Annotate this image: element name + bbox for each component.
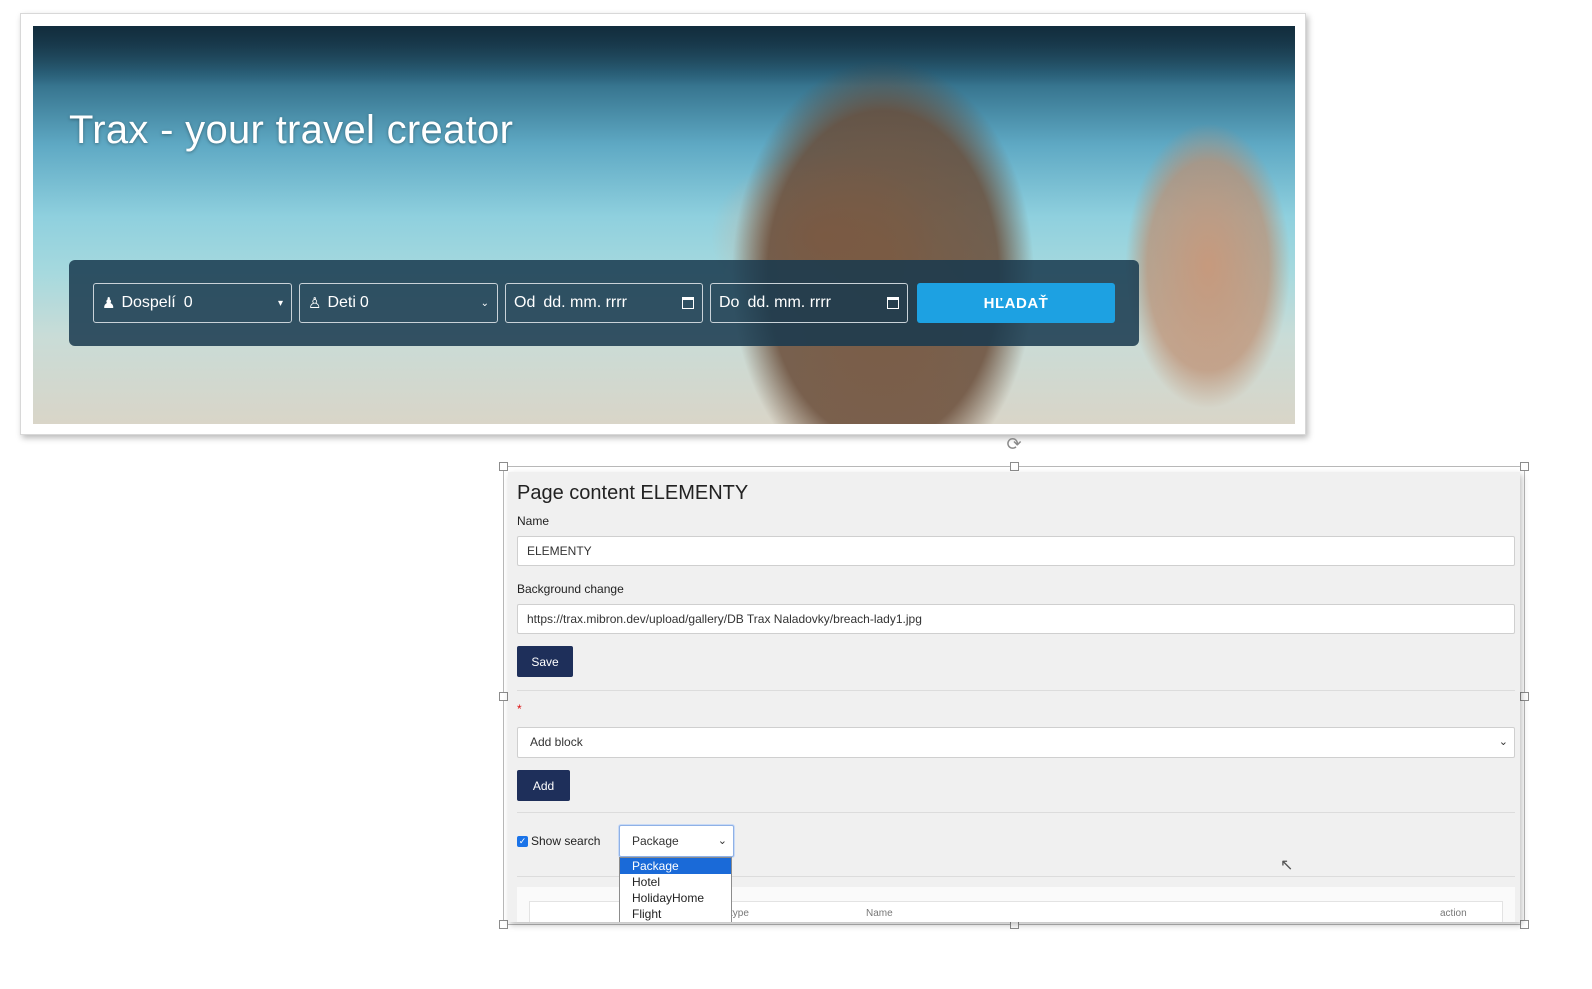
add-block-placeholder: Add block — [530, 735, 583, 749]
hero-title: Trax - your travel creator — [69, 108, 514, 152]
resize-handle-nw[interactable] — [499, 462, 508, 471]
divider — [517, 690, 1515, 691]
resize-handle-se[interactable] — [1520, 920, 1529, 929]
chevron-down-icon: ⌄ — [480, 297, 489, 309]
date-to-label: Do — [719, 294, 740, 311]
name-label: Name — [517, 514, 550, 528]
adults-label: Dospelí — [121, 294, 176, 311]
adults-value: 0 — [183, 294, 193, 311]
page-title: Page content ELEMENTY — [517, 482, 749, 504]
kids-select[interactable]: ♙ Deti 0 ⌄ — [299, 283, 498, 323]
table-header-type: type — [730, 908, 749, 919]
search-type-select[interactable]: Package ⌄ — [619, 825, 734, 857]
chevron-down-icon: ⌄ — [717, 835, 727, 847]
resize-handle-sw[interactable] — [499, 920, 508, 929]
background-url-input[interactable]: https://trax.mibron.dev/upload/gallery/D… — [517, 604, 1515, 634]
page-content-panel: Page content ELEMENTY Name ELEMENTY Back… — [508, 472, 1520, 922]
dropdown-option-hotel[interactable]: Hotel — [620, 874, 731, 890]
table-header-name: Name — [866, 908, 893, 919]
calendar-icon[interactable] — [682, 297, 694, 309]
divider — [517, 812, 1515, 813]
chevron-down-icon: ⌄ — [1498, 736, 1508, 748]
dropdown-option-holidayhome[interactable]: HolidayHome — [620, 890, 731, 906]
kids-value: 0 — [359, 294, 369, 311]
search-bar: ♟ Dospelí 0 ▾ ♙ Deti 0 ⌄ Od dd. mm. rrrr… — [69, 260, 1139, 346]
kids-label: Deti — [327, 294, 356, 311]
search-type-dropdown: Package Hotel HolidayHome Flight — [619, 857, 732, 922]
name-input[interactable]: ELEMENTY — [517, 536, 1515, 566]
date-to-input[interactable]: Do dd. mm. rrrr — [710, 283, 908, 323]
checkbox-checked-icon[interactable]: ✓ — [517, 835, 528, 847]
dropdown-option-flight[interactable]: Flight — [620, 906, 731, 922]
date-from-placeholder: dd. mm. rrrr — [543, 294, 627, 311]
search-type-value: Package — [632, 834, 679, 848]
required-mark: * — [517, 702, 522, 716]
add-button[interactable]: Add — [517, 770, 570, 801]
resize-handle-n[interactable] — [1010, 462, 1019, 471]
date-to-placeholder: dd. mm. rrrr — [747, 294, 831, 311]
resize-handle-ne[interactable] — [1520, 462, 1529, 471]
hero-banner: Trax - your travel creator ♟ Dospelí 0 ▾… — [33, 26, 1295, 424]
hero-preview-card: Trax - your travel creator ♟ Dospelí 0 ▾… — [20, 13, 1306, 435]
resize-handle-w[interactable] — [499, 692, 508, 701]
search-button[interactable]: HĽADAŤ — [917, 283, 1115, 323]
resize-handle-e[interactable] — [1520, 692, 1529, 701]
show-search-toggle[interactable]: ✓ Show search — [517, 834, 600, 848]
mouse-cursor-icon: ↖ — [1280, 857, 1294, 874]
adults-select[interactable]: ♟ Dospelí 0 ▾ — [93, 283, 292, 323]
add-block-select[interactable]: Add block ⌄ — [517, 727, 1515, 758]
dropdown-option-package[interactable]: Package — [620, 858, 731, 874]
caret-down-icon: ▾ — [277, 297, 283, 309]
date-from-label: Od — [514, 294, 536, 311]
rotate-handle-icon[interactable]: ⟳ — [1003, 433, 1025, 455]
show-search-label: Show search — [531, 834, 601, 848]
calendar-icon[interactable] — [887, 297, 899, 309]
table-header-action: action — [1440, 908, 1467, 919]
background-label: Background change — [517, 582, 624, 596]
person-icon: ♟ — [102, 295, 116, 312]
child-icon: ♙ — [308, 295, 322, 312]
date-from-input[interactable]: Od dd. mm. rrrr — [505, 283, 703, 323]
save-button[interactable]: Save — [517, 646, 573, 677]
